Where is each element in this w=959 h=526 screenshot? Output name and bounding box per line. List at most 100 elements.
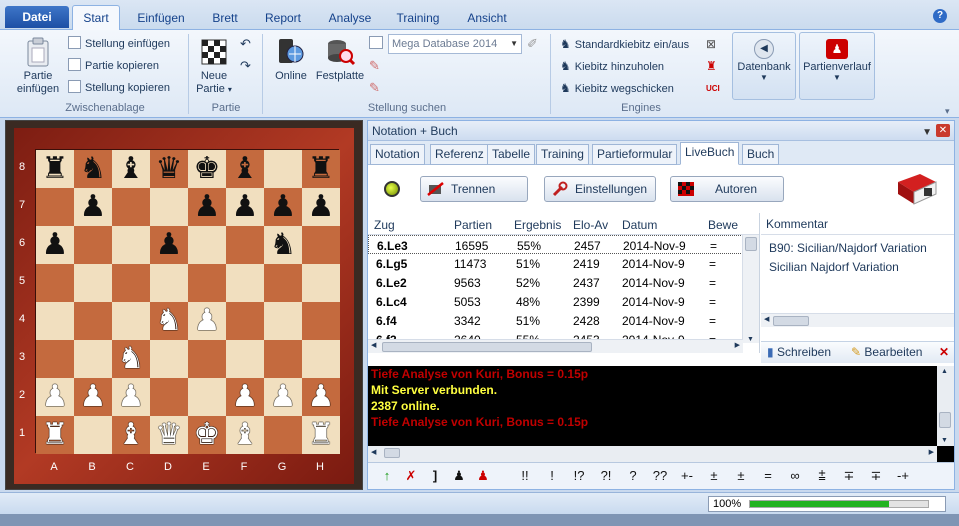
square-g4[interactable] (264, 302, 302, 340)
annotation-button[interactable]: ] (424, 468, 446, 483)
scroll-down-icon[interactable]: ▼ (941, 437, 948, 444)
copy-game-button[interactable]: Partie kopieren (68, 57, 159, 75)
standard-kibitzer-button[interactable]: ♞ Standardkiebitz ein/aus (560, 35, 689, 53)
white-king-icon[interactable]: ♚ (194, 420, 221, 450)
log-vertical-scrollbar[interactable]: ▲ ▼ (937, 366, 954, 446)
copy-position-button[interactable]: Stellung kopieren (68, 79, 170, 97)
annotation-button[interactable]: ⩲ (811, 468, 833, 484)
square-g2[interactable]: ♟ (264, 378, 302, 416)
annotation-button[interactable]: +- (676, 468, 698, 483)
square-f6[interactable] (226, 226, 264, 264)
square-e4[interactable]: ♟ (188, 302, 226, 340)
zoom-slider-track[interactable] (749, 500, 929, 508)
square-g3[interactable] (264, 340, 302, 378)
square-a3[interactable] (36, 340, 74, 378)
table-row[interactable]: 6.Le2 9563 52% 2437 2014-Nov-9 = (368, 273, 759, 292)
square-f8[interactable]: ♝ (226, 150, 264, 188)
square-b1[interactable] (74, 416, 112, 454)
search-config-icon[interactable]: ✐ (527, 35, 538, 53)
book-icon[interactable] (894, 172, 940, 206)
table-row[interactable]: 6.f4 3342 51% 2428 2014-Nov-9 = (368, 311, 759, 330)
square-a5[interactable] (36, 264, 74, 302)
square-a2[interactable]: ♟ (36, 378, 74, 416)
white-rook-icon[interactable]: ♜ (308, 420, 335, 450)
square-d8[interactable]: ♛ (150, 150, 188, 188)
square-f2[interactable]: ♟ (226, 378, 264, 416)
help-icon[interactable]: ? (933, 9, 947, 23)
square-h4[interactable] (302, 302, 340, 340)
tab-brett[interactable]: Brett (205, 9, 245, 29)
annotation-button[interactable]: !? (568, 468, 590, 483)
square-d2[interactable] (150, 378, 188, 416)
square-a4[interactable] (36, 302, 74, 340)
square-b7[interactable]: ♟ (74, 188, 112, 226)
square-a6[interactable]: ♟ (36, 226, 74, 264)
moves-vertical-scrollbar[interactable]: ▼ (742, 235, 759, 343)
square-f4[interactable] (226, 302, 264, 340)
col-ergebnis[interactable]: Ergebnis (514, 218, 561, 232)
tab-report[interactable]: Report (258, 9, 308, 29)
arrow-up-icon[interactable]: ↑ (376, 468, 398, 483)
black-pawn-icon[interactable]: ♟ (194, 192, 221, 222)
square-e2[interactable] (188, 378, 226, 416)
white-bishop-icon[interactable]: ♝ (118, 420, 145, 450)
col-partien[interactable]: Partien (454, 218, 492, 232)
black-rook-icon[interactable]: ♜ (42, 154, 69, 184)
scrollbar-thumb[interactable] (773, 316, 809, 326)
square-c4[interactable] (112, 302, 150, 340)
square-e1[interactable]: ♚ (188, 416, 226, 454)
square-f5[interactable] (226, 264, 264, 302)
square-b3[interactable] (74, 340, 112, 378)
square-g1[interactable] (264, 416, 302, 454)
square-d3[interactable] (150, 340, 188, 378)
panel-menu-icon[interactable]: ▼ (922, 123, 932, 143)
tab-analyse[interactable]: Analyse (322, 9, 378, 29)
annotation-button[interactable]: ?? (649, 468, 671, 483)
black-king-icon[interactable]: ♚ (194, 154, 221, 184)
ribbon-expand-icon[interactable]: ▾ (945, 106, 950, 117)
new-game-button[interactable]: Neue Partie ▾ (192, 36, 236, 96)
square-e6[interactable] (188, 226, 226, 264)
edit-comment-button[interactable]: ✎ Bearbeiten (851, 345, 922, 359)
square-e7[interactable]: ♟ (188, 188, 226, 226)
square-b5[interactable] (74, 264, 112, 302)
disconnect-button[interactable]: Trennen (420, 176, 528, 202)
log-horizontal-scrollbar[interactable]: ◀ ▶ (368, 446, 937, 462)
black-rook-icon[interactable]: ♜ (308, 154, 335, 184)
black-pawn-icon[interactable]: ♟ (308, 192, 335, 222)
annotation-button[interactable]: ∞ (784, 468, 806, 483)
square-c3[interactable]: ♞ (112, 340, 150, 378)
annotation-button[interactable]: !! (514, 468, 536, 483)
black-bishop-icon[interactable]: ♝ (118, 154, 145, 184)
tab-partieformular[interactable]: Partieformular (592, 144, 678, 165)
square-f1[interactable]: ♝ (226, 416, 264, 454)
col-zug[interactable]: Zug (374, 218, 395, 232)
square-h7[interactable]: ♟ (302, 188, 340, 226)
black-pawn-icon[interactable]: ♟ (232, 192, 259, 222)
white-pawn-icon[interactable]: ♟ (194, 306, 221, 336)
redo-button[interactable]: ↷ (240, 57, 251, 75)
database-button[interactable]: ◀ Datenbank ▼ (732, 32, 796, 100)
square-c1[interactable]: ♝ (112, 416, 150, 454)
black-knight-icon[interactable]: ♞ (270, 230, 297, 260)
uci-button[interactable]: UCI (706, 79, 720, 97)
square-b2[interactable]: ♟ (74, 378, 112, 416)
annotation-button[interactable]: ∓ (865, 468, 887, 484)
scrollbar-thumb[interactable] (939, 412, 951, 428)
white-bishop-icon[interactable]: ♝ (232, 420, 259, 450)
black-pawn-icon[interactable]: ♟ (448, 468, 470, 484)
scroll-left-icon[interactable]: ◀ (371, 448, 376, 456)
engine-settings-icon[interactable]: ⊠ (706, 35, 716, 53)
scroll-right-icon[interactable]: ▶ (735, 341, 740, 349)
black-pawn-icon[interactable]: ♟ (270, 192, 297, 222)
scrollbar-thumb[interactable] (745, 237, 757, 251)
table-row[interactable]: 6.Le3 16595 55% 2457 2014-Nov-9 = (368, 235, 759, 254)
square-d4[interactable]: ♞ (150, 302, 188, 340)
annotation-button[interactable]: ?! (595, 468, 617, 483)
square-a8[interactable]: ♜ (36, 150, 74, 188)
square-g8[interactable] (264, 150, 302, 188)
white-pawn-icon[interactable]: ♟ (42, 382, 69, 412)
search-board-icon[interactable] (369, 35, 387, 53)
delete-comment-icon[interactable]: ✕ (939, 345, 949, 359)
white-pawn-icon[interactable]: ♟ (308, 382, 335, 412)
